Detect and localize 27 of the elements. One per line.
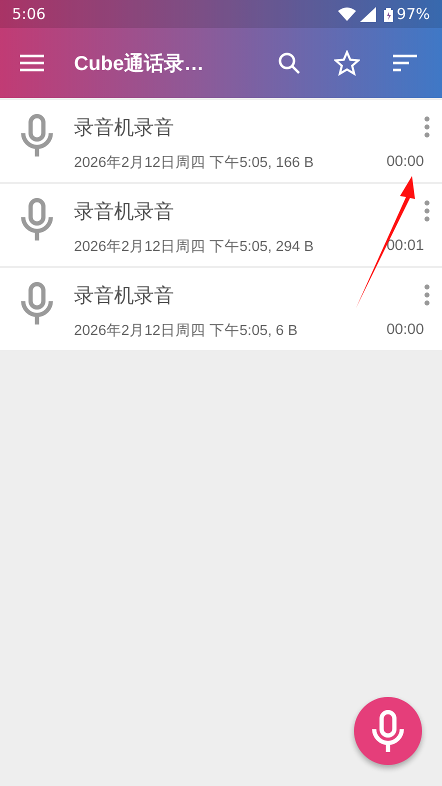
more-icon[interactable] (422, 198, 432, 224)
more-icon[interactable] (422, 282, 432, 308)
recording-details: 2026年2月12日周四 下午5:05, 294 B (74, 238, 314, 256)
microphone-icon (20, 198, 54, 240)
microphone-icon (20, 282, 54, 324)
wifi-icon (338, 7, 356, 21)
recording-duration: 00:01 (386, 237, 424, 256)
recording-row[interactable]: 录音机录音 2026年2月12日周四 下午5:05, 166 B 00:00 (0, 100, 442, 182)
signal-icon (360, 6, 376, 22)
battery-icon (384, 6, 393, 22)
recording-row[interactable]: 录音机录音 2026年2月12日周四 下午5:05, 6 B 00:00 (0, 268, 442, 350)
record-button[interactable] (354, 697, 422, 765)
status-time: 5:06 (12, 5, 47, 23)
recording-duration: 00:00 (386, 153, 424, 172)
recording-title: 录音机录音 (74, 114, 174, 141)
recording-title: 录音机录音 (74, 198, 174, 225)
recording-duration: 00:00 (386, 321, 424, 340)
battery-level: 97% (396, 5, 430, 23)
microphone-icon (20, 114, 54, 156)
recording-details: 2026年2月12日周四 下午5:05, 166 B (74, 154, 314, 172)
recording-row[interactable]: 录音机录音 2026年2月12日周四 下午5:05, 294 B 00:01 (0, 184, 442, 266)
more-icon[interactable] (422, 114, 432, 140)
microphone-icon (371, 710, 405, 752)
app-title: Cube通话录… (74, 52, 205, 76)
recording-details: 2026年2月12日周四 下午5:05, 6 B (74, 322, 298, 340)
menu-icon[interactable] (20, 54, 44, 72)
recording-title: 录音机录音 (74, 282, 174, 309)
